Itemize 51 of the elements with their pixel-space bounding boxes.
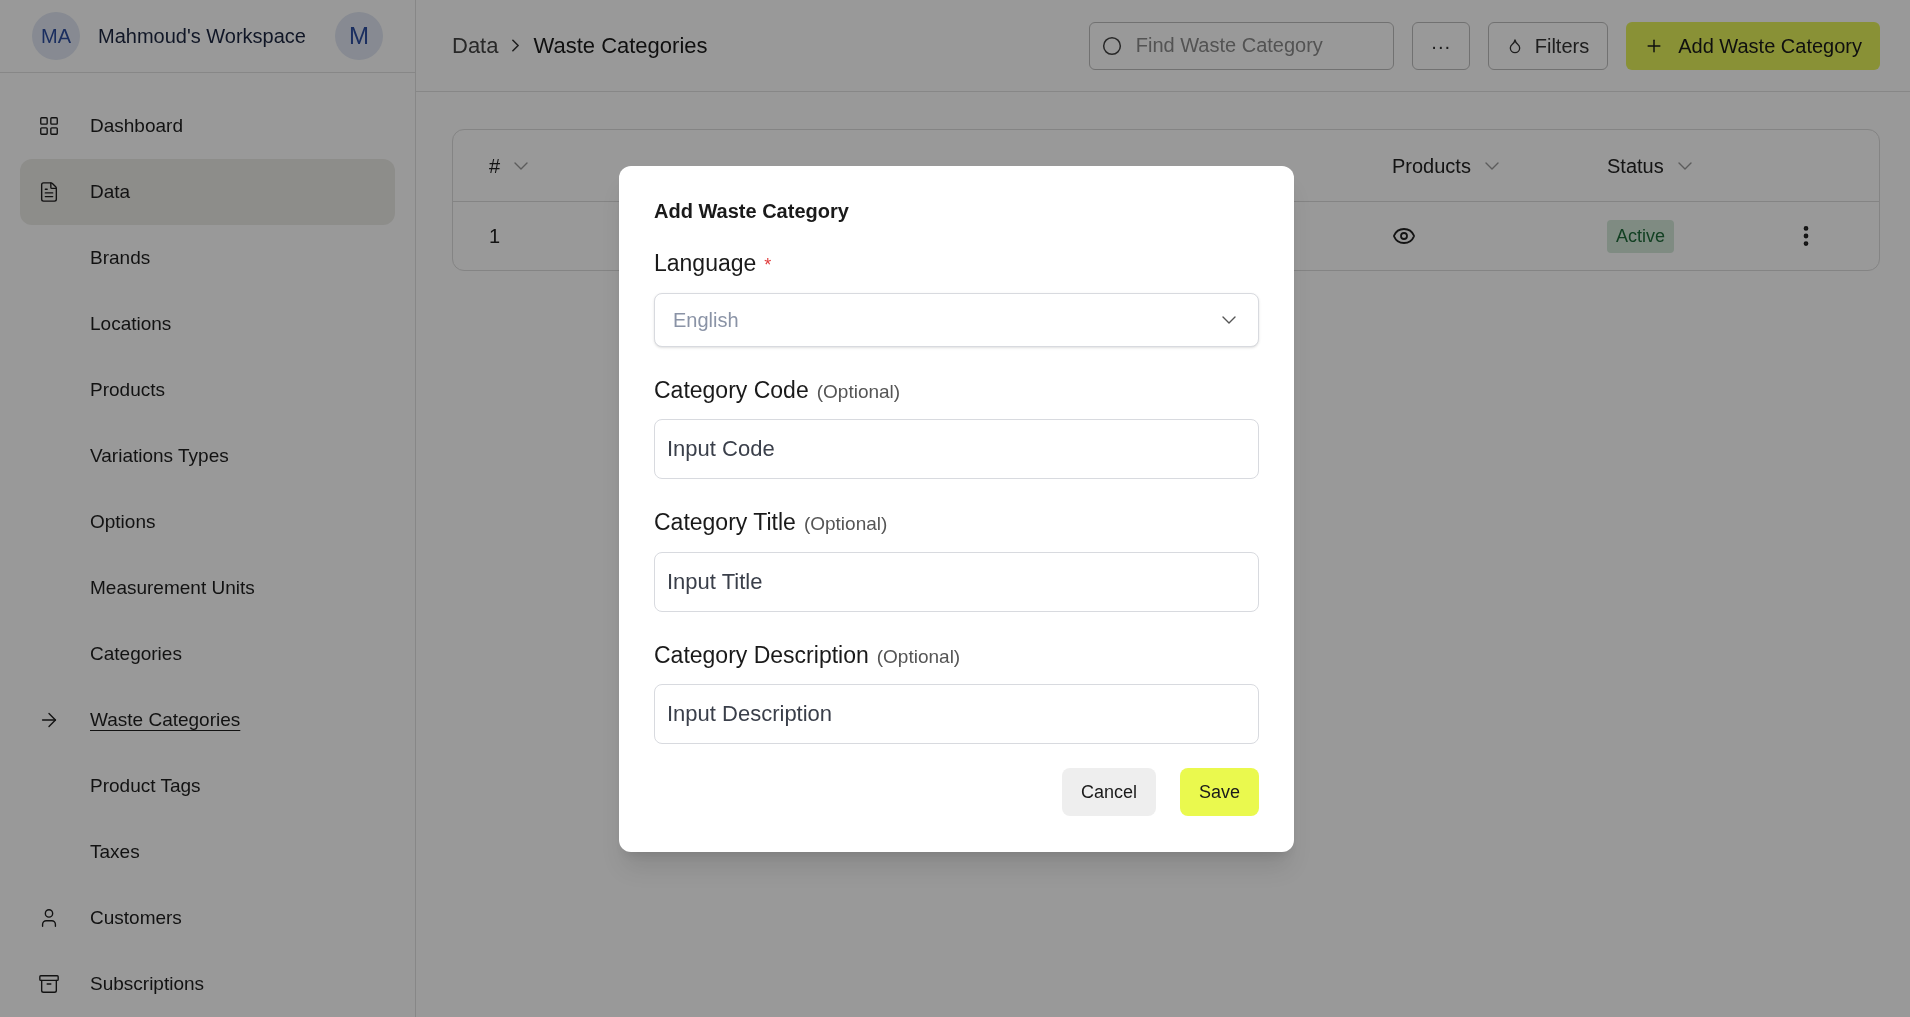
optional-note: (Optional)	[803, 512, 888, 536]
user-avatar[interactable]: M	[335, 12, 383, 60]
chevron-down-icon	[1484, 161, 1499, 170]
sidebar-subitem[interactable]: Taxes	[90, 837, 140, 867]
status-badge: Active	[1607, 219, 1675, 253]
cancel-button[interactable]: Cancel	[1061, 768, 1156, 816]
column-header[interactable]: Products	[1392, 150, 1471, 181]
breadcrumb-link[interactable]: Data	[452, 29, 499, 62]
required-mark: *	[764, 254, 772, 277]
optional-note: (Optional)	[816, 379, 901, 404]
grid-icon	[38, 115, 60, 137]
sidebar-subitem[interactable]: Options	[90, 507, 156, 537]
chevron-right-icon	[512, 39, 520, 52]
chevron-down-icon	[514, 161, 529, 170]
more-button[interactable]: ···	[1411, 21, 1470, 70]
document-icon	[38, 181, 60, 203]
workspace-name[interactable]: Mahmoud's Workspace	[98, 21, 306, 51]
optional-note: (Optional)	[876, 644, 961, 669]
field-label: Category Title	[654, 508, 796, 537]
chevron-down-icon	[1677, 161, 1692, 170]
sidebar-subitem[interactable]: Locations	[90, 309, 172, 339]
sidebar-item[interactable]: Subscriptions	[20, 951, 395, 1017]
sidebar-item[interactable]: Data	[20, 159, 395, 225]
field-label: Language	[654, 249, 757, 278]
field-label: Category Code	[654, 375, 809, 405]
chevron-down-icon	[1222, 315, 1236, 324]
filters-button[interactable]: Filters	[1487, 21, 1609, 70]
search-field[interactable]: Find Waste Category	[1088, 21, 1394, 70]
dialog-title: Add Waste Category	[654, 199, 850, 224]
sidebar-subitem[interactable]: Product Tags	[90, 771, 201, 801]
input-field[interactable]: Input Description	[654, 684, 1259, 744]
sidebar-subitem[interactable]: Waste Categories	[90, 705, 241, 735]
column-header[interactable]: #	[489, 150, 501, 181]
search-icon	[1101, 35, 1122, 56]
breadcrumb-link[interactable]: Waste Categories	[533, 29, 708, 62]
table-cell-text: 1	[489, 224, 502, 249]
sidebar-item[interactable]: Dashboard	[20, 93, 395, 159]
sidebar-subitem[interactable]: Measurement Units	[90, 573, 255, 603]
column-header[interactable]: Status	[1607, 150, 1664, 181]
input-field[interactable]: Input Title	[654, 551, 1259, 612]
sidebar-subitem[interactable]: Products	[90, 375, 165, 405]
save-button[interactable]: Save	[1179, 768, 1259, 816]
sidebar-item[interactable]: Customers	[20, 885, 395, 951]
box-icon	[38, 973, 60, 995]
input-field[interactable]: Input Code	[654, 419, 1259, 479]
sidebar-subitem[interactable]: Variations Types	[90, 441, 229, 471]
add-category-button[interactable]: Add Waste Category	[1626, 21, 1880, 70]
sidebar-subitem[interactable]: Categories	[90, 639, 182, 669]
field-label: Category Description	[654, 640, 869, 670]
workspace-avatar[interactable]: MA	[32, 12, 80, 60]
sidebar-subitem[interactable]: Brands	[90, 243, 151, 273]
